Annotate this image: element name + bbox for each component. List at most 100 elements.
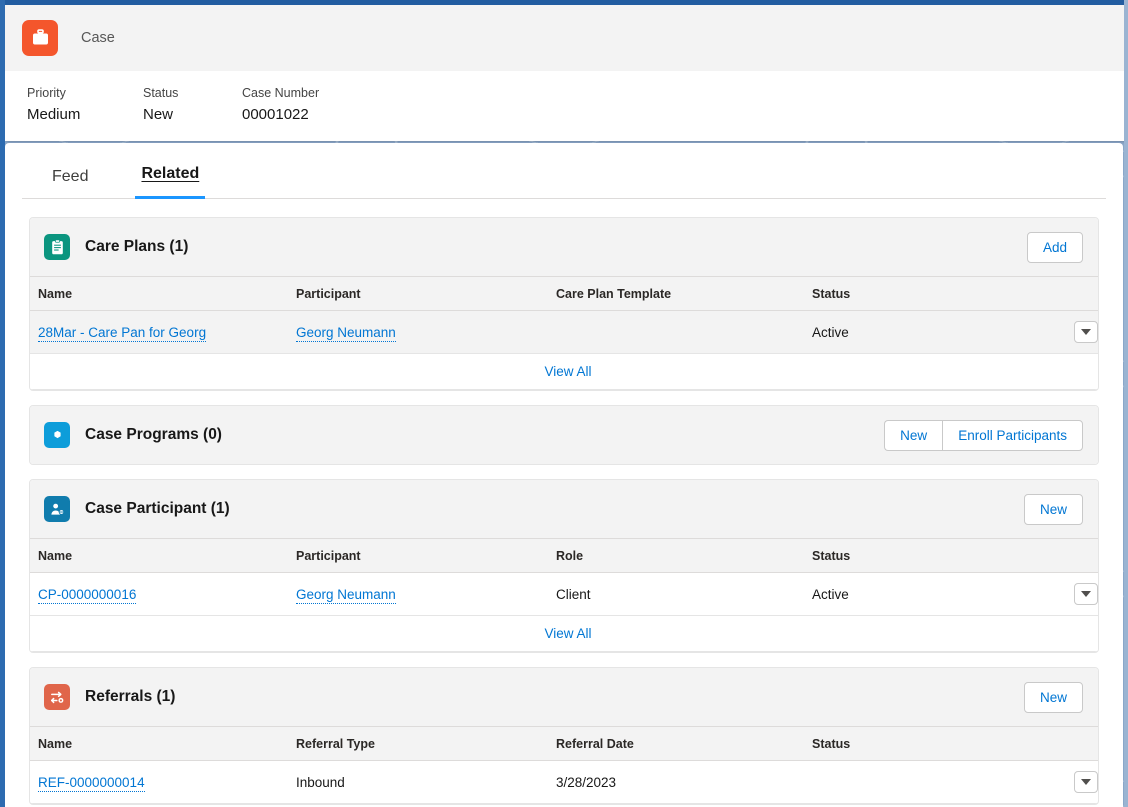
tab-related[interactable]: Related [135, 165, 206, 199]
program-icon [44, 422, 70, 448]
field-label: Case Number [242, 86, 320, 100]
field-label: Priority [27, 86, 66, 100]
field-label: Status [143, 86, 179, 100]
cell-role: Client [548, 572, 804, 616]
column-header-referral-date[interactable]: Referral Date [548, 726, 804, 761]
card-case-participant: Case Participant (1) New Name Participan… [29, 479, 1099, 653]
card-title: Referrals (1) [85, 688, 176, 705]
case-participant-icon [44, 496, 70, 522]
related-cards: Care Plans (1) Add Name Participant Care… [5, 199, 1123, 805]
chevron-down-icon[interactable] [1074, 321, 1098, 343]
briefcase-icon [22, 19, 58, 56]
cell-name: 28Mar - Care Pan for Georg [30, 310, 288, 354]
table-row[interactable]: CP-0000000016 Georg Neumann Client Activ… [30, 572, 1098, 616]
related-panel: Feed Related Care Plans (1) Add Name Par… [5, 143, 1123, 807]
cell-actions [1042, 760, 1098, 804]
cell-name: REF-0000000014 [30, 760, 288, 804]
tab-feed[interactable]: Feed [46, 168, 94, 199]
care-plan-link[interactable]: 28Mar - Care Pan for Georg [38, 324, 207, 342]
cell-status: Active [804, 310, 1042, 354]
column-header-role[interactable]: Role [548, 538, 804, 573]
chevron-down-icon[interactable] [1074, 583, 1098, 605]
column-header-referral-type[interactable]: Referral Type [288, 726, 548, 761]
record-header-fields: Priority Medium Status New Case Number 0… [5, 71, 1128, 141]
table-header-row: Name Participant Care Plan Template Stat… [30, 276, 1098, 311]
column-header-name[interactable]: Name [30, 538, 288, 573]
card-actions: Add [1026, 231, 1083, 263]
new-button[interactable]: New [884, 419, 943, 451]
card-referrals: Referrals (1) New Name Referral Type Ref… [29, 667, 1099, 805]
view-all-cell: View All [30, 615, 1098, 652]
view-all-row: View All [30, 353, 1098, 390]
table-row[interactable]: 28Mar - Care Pan for Georg Georg Neumann… [30, 310, 1098, 354]
card-header: Referrals (1) New [30, 668, 1098, 726]
view-all-link[interactable]: View All [544, 364, 591, 379]
column-header-name[interactable]: Name [30, 276, 288, 311]
card-header: Case Participant (1) New [30, 480, 1098, 538]
view-all-cell: View All [30, 353, 1098, 390]
record-header: Case Priority Medium Status New Case Num… [5, 4, 1128, 141]
card-case-programs: Case Programs (0) New Enroll Participant… [29, 405, 1099, 465]
referral-link[interactable]: REF-0000000014 [38, 774, 145, 792]
card-title: Case Programs (0) [85, 426, 222, 443]
left-border-band [0, 0, 5, 807]
chevron-down-icon[interactable] [1074, 771, 1098, 793]
enroll-participants-button[interactable]: Enroll Participants [942, 419, 1083, 451]
column-header-name[interactable]: Name [30, 726, 288, 761]
cell-actions [1042, 310, 1098, 354]
card-actions: New [1023, 681, 1083, 713]
referrals-table: Name Referral Type Referral Date Status … [30, 726, 1098, 804]
field-value: Medium [27, 106, 81, 123]
page-background: Case Priority Medium Status New Case Num… [0, 0, 1128, 807]
field-case-number: Case Number 00001022 [242, 85, 462, 126]
card-actions: New [1023, 493, 1083, 525]
cell-participant: Georg Neumann [288, 572, 548, 616]
case-participant-link[interactable]: CP-0000000016 [38, 586, 137, 604]
cell-care-plan-template [548, 310, 804, 354]
cell-referral-date: 3/28/2023 [548, 760, 804, 804]
top-border-band [0, 0, 1128, 5]
card-title: Care Plans (1) [85, 238, 189, 255]
card-header: Case Programs (0) New Enroll Participant… [30, 406, 1098, 464]
cell-status: Active [804, 572, 1042, 616]
cell-name: CP-0000000016 [30, 572, 288, 616]
column-header-actions [1042, 726, 1098, 761]
clipboard-icon [44, 234, 70, 260]
case-participant-table: Name Participant Role Status CP-00000000… [30, 538, 1098, 652]
column-header-status[interactable]: Status [804, 276, 1042, 311]
card-header: Care Plans (1) Add [30, 218, 1098, 276]
table-header-row: Name Referral Type Referral Date Status [30, 726, 1098, 761]
tab-bar: Feed Related [22, 143, 1106, 199]
column-header-participant[interactable]: Participant [288, 538, 548, 573]
view-all-row: View All [30, 615, 1098, 652]
cell-participant: Georg Neumann [288, 310, 548, 354]
column-header-actions [1042, 538, 1098, 573]
new-button[interactable]: New [1023, 493, 1083, 525]
card-care-plans: Care Plans (1) Add Name Participant Care… [29, 217, 1099, 391]
view-all-link[interactable]: View All [544, 626, 591, 641]
column-header-status[interactable]: Status [804, 538, 1042, 573]
cell-status [804, 760, 1042, 804]
card-actions: New Enroll Participants [884, 419, 1083, 451]
column-header-participant[interactable]: Participant [288, 276, 548, 311]
referrals-icon [44, 684, 70, 710]
column-header-status[interactable]: Status [804, 726, 1042, 761]
cell-referral-type: Inbound [288, 760, 548, 804]
field-value: 00001022 [242, 106, 309, 123]
participant-link[interactable]: Georg Neumann [296, 324, 396, 342]
card-title: Case Participant (1) [85, 500, 230, 517]
field-priority: Priority Medium [27, 85, 143, 126]
care-plans-table: Name Participant Care Plan Template Stat… [30, 276, 1098, 390]
field-value: New [143, 106, 174, 123]
participant-link[interactable]: Georg Neumann [296, 586, 396, 604]
table-header-row: Name Participant Role Status [30, 538, 1098, 573]
column-header-care-plan-template[interactable]: Care Plan Template [548, 276, 804, 311]
add-button[interactable]: Add [1026, 231, 1083, 263]
column-header-actions [1042, 276, 1098, 311]
cell-actions [1042, 572, 1098, 616]
table-row[interactable]: REF-0000000014 Inbound 3/28/2023 [30, 760, 1098, 804]
field-status: Status New [143, 85, 242, 126]
new-button[interactable]: New [1023, 681, 1083, 713]
object-label: Case [81, 29, 115, 46]
record-header-top: Case [5, 4, 1128, 71]
